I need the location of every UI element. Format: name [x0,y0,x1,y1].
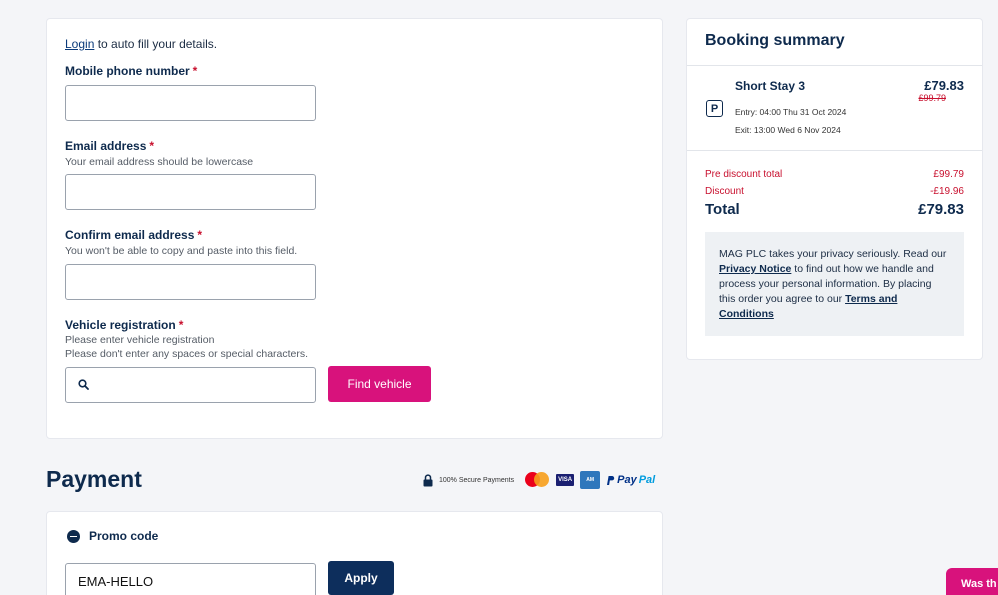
vehicle-label-text: Vehicle registration [65,318,176,332]
email-label: Email address * [65,139,154,153]
pre-discount-label: Pre discount total [705,169,783,180]
vehicle-hint-2: Please don't enter any spaces or special… [65,348,309,360]
confirm-email-label-text: Confirm email address [65,228,195,242]
details-card: Login to auto fill your details. Mobile … [46,18,663,439]
required-marker: * [149,139,155,153]
visa-icon: VISA [556,474,575,486]
privacy-notice-link[interactable]: Privacy Notice [719,263,791,275]
email-hint: Your email address should be lowercase [65,156,254,168]
amex-icon: AM [580,471,601,489]
secure-payments-row: 100% Secure Payments VISA AM Pay Pal [423,470,655,490]
total-row: Total £79.83 [705,201,964,218]
product-price: £79.83 [924,78,964,93]
promo-code-toggle[interactable]: Promo code [67,529,158,543]
discount-label: Discount [705,186,744,197]
vehicle-registration-input[interactable] [96,368,311,402]
entry-datetime: Entry: 04:00 Thu 31 Oct 2024 [735,107,847,117]
lock-icon [423,473,433,486]
mobile-label: Mobile phone number * [65,64,197,78]
promo-code-input[interactable] [65,563,316,595]
total-label: Total [705,201,740,218]
minus-circle-icon [67,529,80,543]
paypal-icon: Pay Pal [606,474,655,486]
summary-divider [687,150,982,151]
booking-summary-card: Booking summary P Short Stay 3 £79.83 £9… [686,18,983,360]
required-marker: * [197,228,203,242]
paypal-p-icon [607,475,615,485]
login-link[interactable]: Login [65,37,94,51]
discount-value: -£19.96 [930,186,964,197]
promo-code-label: Promo code [89,529,159,543]
confirm-email-input[interactable] [65,264,316,300]
find-vehicle-button[interactable]: Find vehicle [328,366,431,402]
email-input[interactable] [65,174,316,210]
required-marker: * [192,64,198,78]
search-icon [78,379,89,390]
product-name: Short Stay 3 [735,79,806,93]
discount-row: Discount -£19.96 [705,186,964,197]
login-prompt: Login to auto fill your details. [65,37,217,51]
total-value: £79.83 [918,201,964,218]
product-old-price: £99.79 [918,93,946,103]
required-marker: * [178,318,184,332]
feedback-tab[interactable]: Was th [946,568,998,595]
vehicle-label: Vehicle registration * [65,318,183,332]
paypal-pay-text: Pay [617,474,637,486]
mobile-phone-input[interactable] [65,85,316,121]
confirm-email-label: Confirm email address * [65,228,202,242]
promo-card: Promo code Apply [46,511,663,595]
payment-title: Payment [46,466,142,492]
login-suffix: to auto fill your details. [94,37,218,51]
vehicle-search-field[interactable] [65,367,316,403]
vehicle-hint-1: Please enter vehicle registration [65,334,215,346]
pre-discount-value: £99.79 [933,169,964,180]
apply-promo-button[interactable]: Apply [328,561,394,595]
paypal-pal-text: Pal [638,474,656,486]
secure-payments-text: 100% Secure Payments [439,476,515,484]
booking-summary-title: Booking summary [705,32,845,49]
summary-divider [687,65,982,66]
parking-icon: P [706,100,723,117]
privacy-text-1: MAG PLC takes your privacy seriously. Re… [719,248,947,260]
exit-datetime: Exit: 13:00 Wed 6 Nov 2024 [735,125,841,135]
pre-discount-row: Pre discount total £99.79 [705,169,964,180]
confirm-email-hint: You won't be able to copy and paste into… [65,245,298,257]
privacy-notice-box: MAG PLC takes your privacy seriously. Re… [705,232,964,336]
mobile-label-text: Mobile phone number [65,64,190,78]
mastercard-icon [524,471,550,489]
email-label-text: Email address [65,139,147,153]
